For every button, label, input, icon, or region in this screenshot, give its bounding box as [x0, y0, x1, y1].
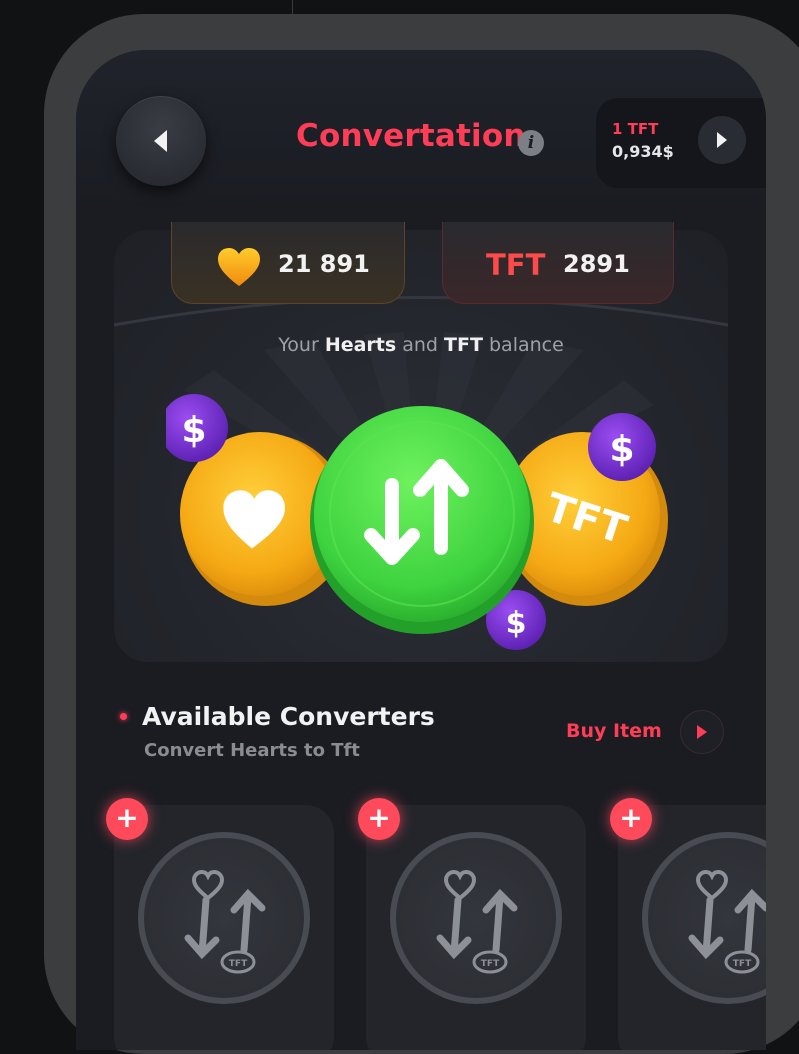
- svg-text:TFT: TFT: [733, 959, 752, 969]
- section-dot: [120, 713, 127, 720]
- conversion-illustration: TFT $ $ $: [166, 394, 668, 650]
- rate-label: 1 TFT: [612, 120, 659, 138]
- caption-hearts: Hearts: [324, 334, 397, 356]
- caption-text: and: [402, 334, 438, 356]
- converters-subtitle: Convert Hearts to Tft: [144, 740, 360, 761]
- add-converter-button[interactable]: +: [610, 798, 652, 840]
- svg-text:$: $: [609, 429, 634, 470]
- svg-text:$: $: [506, 606, 527, 641]
- svg-text:TFT: TFT: [481, 959, 500, 969]
- chevron-right-icon: [717, 132, 727, 148]
- phone-screen: Convertation i 1 TFT 0,934$ 21 891 TFT 2…: [76, 50, 766, 1050]
- svg-text:TFT: TFT: [229, 959, 248, 969]
- converter-item-icon: TFT: [390, 832, 562, 1004]
- add-converter-button[interactable]: +: [358, 798, 400, 840]
- tft-balance-tab: [442, 222, 674, 304]
- tft-balance-value: 2891: [563, 250, 630, 278]
- buy-item-link[interactable]: Buy Item: [566, 720, 662, 742]
- chevron-left-icon: [154, 130, 167, 152]
- convert-button[interactable]: [310, 406, 534, 634]
- hearts-balance-value: 21 891: [278, 250, 370, 278]
- chevron-right-icon: [697, 725, 707, 739]
- dollar-badge-icon: $: [588, 413, 656, 481]
- heart-to-tft-icon: TFT: [436, 869, 518, 974]
- converter-item-icon: TFT: [642, 832, 766, 1004]
- heart-icon: [218, 248, 260, 286]
- back-button[interactable]: [116, 96, 206, 186]
- rate-value: 0,934$: [612, 142, 674, 161]
- heart-to-tft-icon: TFT: [688, 869, 766, 974]
- buy-item-button[interactable]: [680, 710, 724, 754]
- tft-label: TFT: [486, 248, 546, 282]
- add-converter-button[interactable]: +: [106, 798, 148, 840]
- caption-text: balance: [488, 334, 564, 356]
- caption-tft: TFT: [444, 334, 483, 356]
- balance-caption: Your Hearts and TFT balance: [76, 334, 766, 356]
- info-icon[interactable]: i: [518, 130, 544, 156]
- caption-text: Your: [278, 334, 319, 356]
- page-title: Convertation: [296, 118, 526, 154]
- converters-title: Available Converters: [142, 702, 435, 731]
- svg-text:$: $: [181, 410, 206, 451]
- converter-item-icon: TFT: [138, 832, 310, 1004]
- heart-to-tft-icon: TFT: [184, 869, 266, 974]
- rate-forward-button[interactable]: [698, 116, 746, 164]
